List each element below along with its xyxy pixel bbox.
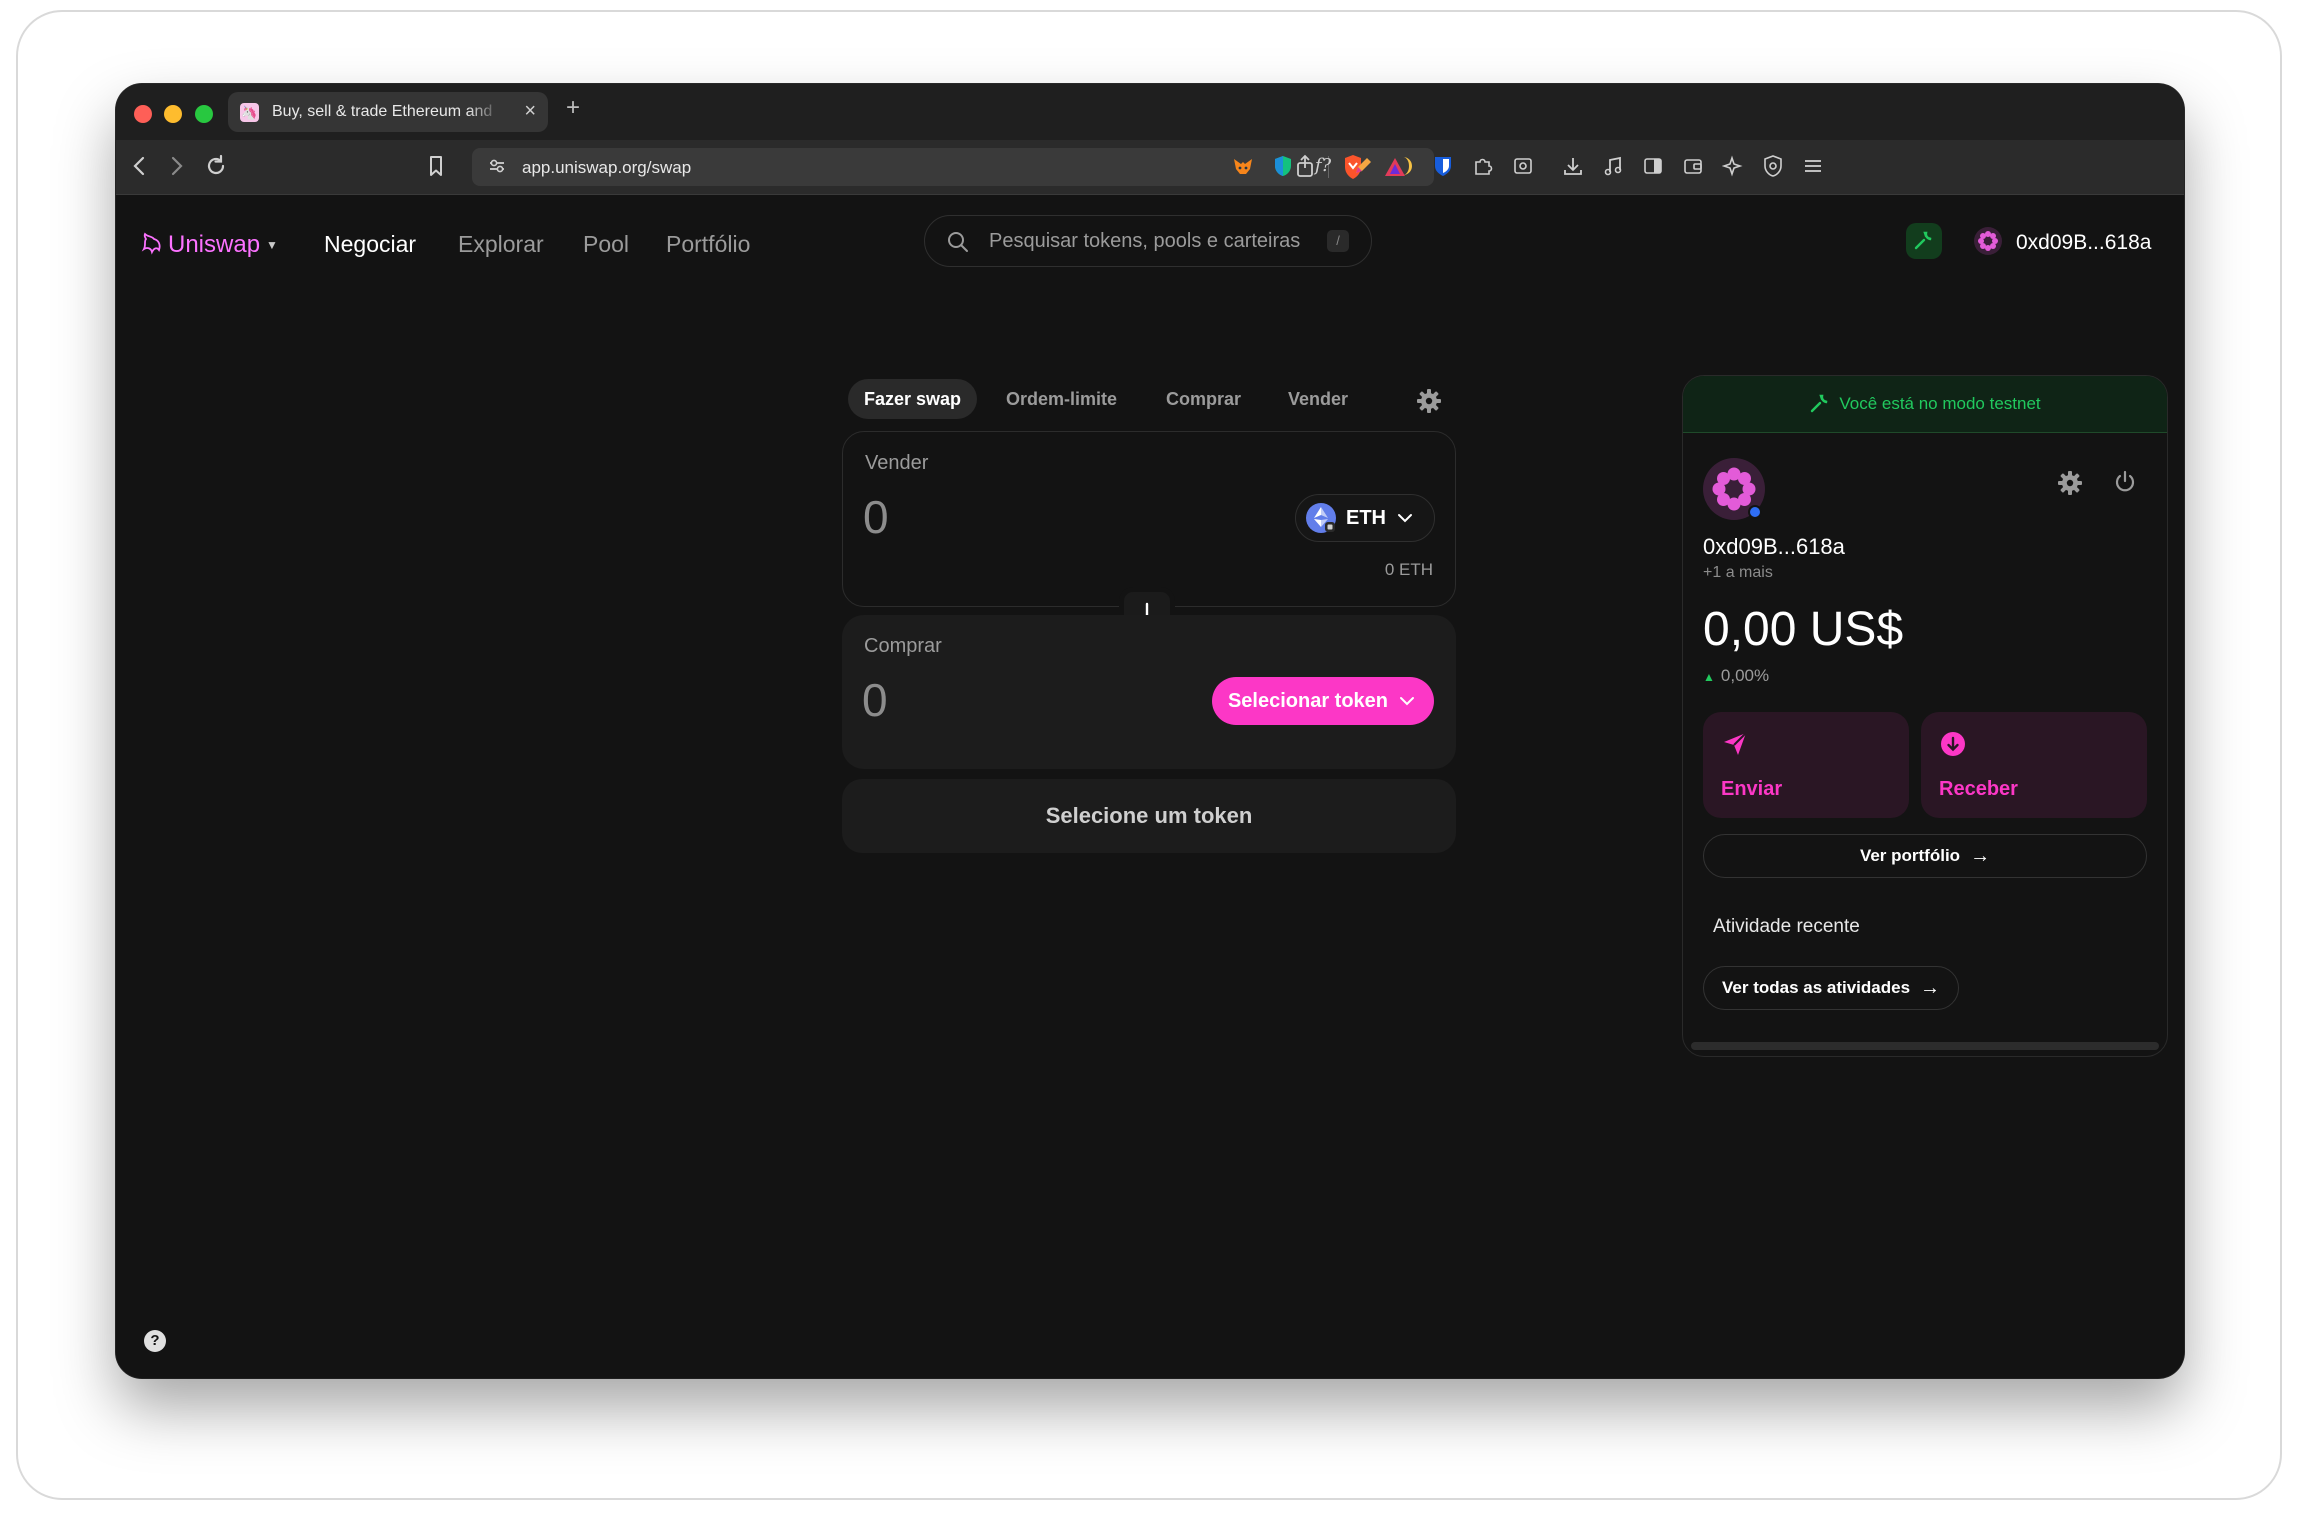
nav-negociar[interactable]: Negociar (324, 231, 416, 258)
tab-bar: 🦄 Buy, sell & trade Ethereum and × + (116, 84, 2184, 140)
brand-name: Uniswap (168, 231, 261, 258)
moon-extension-icon[interactable] (1392, 155, 1414, 177)
wallet-icon[interactable] (1682, 155, 1704, 177)
wallet-balance: 0,00 US$ (1703, 603, 1904, 656)
close-window-button[interactable] (134, 105, 152, 123)
sell-token-symbol: ETH (1346, 506, 1386, 529)
triangle-up-icon: ▲ (1703, 670, 1715, 684)
balance-change: ▲ 0,00% (1703, 666, 1769, 686)
vpn-shield-icon[interactable] (1762, 155, 1784, 177)
testnet-banner: Você está no modo testnet (1683, 376, 2167, 433)
wallet-address[interactable]: 0xd09B...618a (1703, 534, 1845, 560)
browser-tab[interactable]: 🦄 Buy, sell & trade Ethereum and × (228, 92, 548, 132)
receive-label: Receber (1939, 778, 2018, 800)
view-portfolio-button[interactable]: Ver portfólio → (1703, 834, 2147, 878)
view-all-activity-label: Ver todas as atividades (1722, 978, 1911, 997)
swap-settings-gear-icon[interactable] (1416, 388, 1442, 414)
bookmark-icon[interactable] (422, 152, 450, 180)
sidebar-icon[interactable] (1642, 155, 1664, 177)
buy-amount-input[interactable]: 0 (862, 673, 888, 727)
shield-extension-icon[interactable] (1272, 155, 1294, 177)
send-icon (1721, 730, 1749, 758)
balance-change-value: 0,00% (1720, 666, 1770, 685)
download-icon[interactable] (1562, 155, 1584, 177)
account-avatar[interactable] (1974, 227, 2002, 255)
nav-explorar[interactable]: Explorar (458, 231, 544, 258)
wallet-avatar (1703, 458, 1765, 520)
tab-close-icon[interactable]: × (524, 100, 536, 123)
media-icon[interactable] (1602, 155, 1624, 177)
search-input[interactable]: Pesquisar tokens, pools e carteiras (989, 230, 1300, 253)
extensions-puzzle-icon[interactable] (1472, 155, 1494, 177)
url-text: app.uniswap.org/swap (522, 158, 692, 177)
search-bar[interactable]: Pesquisar tokens, pools e carteiras / (924, 215, 1372, 267)
tab-comprar[interactable]: Comprar (1150, 379, 1257, 419)
chevron-down-icon (1398, 514, 1412, 523)
maximize-window-button[interactable] (195, 105, 213, 123)
site-settings-icon[interactable] (486, 155, 508, 182)
wallet-drawer: Você está no modo testnet 0xd09B...618a … (1682, 375, 2168, 1057)
search-shortcut-key: / (1327, 230, 1349, 252)
nav-portfolio[interactable]: Portfólio (666, 231, 750, 258)
nav-pool[interactable]: Pool (583, 231, 629, 258)
uniswap-logo[interactable]: Uniswap ▼ (140, 231, 278, 259)
sell-label: Vender (865, 452, 929, 474)
metamask-extension-icon[interactable] (1232, 155, 1254, 177)
unicorn-icon (140, 231, 164, 259)
tab-title: Buy, sell & trade Ethereum and (272, 103, 493, 120)
select-token-cta-button[interactable]: Selecione um token (842, 779, 1456, 853)
view-all-activity-button[interactable]: Ver todas as atividades → (1703, 966, 1960, 1010)
view-portfolio-label: Ver portfólio (1859, 846, 1961, 865)
account-address[interactable]: 0xd09B...618a (2016, 231, 2151, 255)
caret-down-icon: ▼ (266, 238, 278, 252)
browser-toolbar: app.uniswap.org/swap f? (116, 140, 2184, 195)
chevron-down-icon (1400, 697, 1414, 706)
pen-extension-icon[interactable] (1352, 155, 1374, 177)
receive-icon (1939, 730, 1967, 758)
forward-icon[interactable] (162, 152, 190, 180)
recent-activity-heading: Atividade recente (1713, 916, 1860, 937)
send-label: Enviar (1721, 778, 1783, 800)
ethereum-icon (1306, 503, 1336, 533)
power-disconnect-icon[interactable] (2111, 468, 2139, 496)
help-icon[interactable]: ? (144, 1330, 166, 1352)
drawer-scrollbar[interactable] (1691, 1042, 2159, 1050)
buy-panel: Comprar 0 Selecionar token (842, 615, 1456, 769)
back-icon[interactable] (126, 152, 154, 180)
tab-ordem-limite[interactable]: Ordem-limite (990, 379, 1133, 419)
testnet-banner-text: Você está no modo testnet (1839, 394, 2041, 413)
sell-amount-input[interactable]: 0 (863, 490, 889, 544)
screenshot-extension-icon[interactable] (1512, 155, 1534, 177)
tab-vender[interactable]: Vender (1272, 379, 1364, 419)
wallet-settings-gear-icon[interactable] (2057, 470, 2083, 496)
wrench-icon (1811, 394, 1828, 413)
function-extension-icon[interactable]: f? (1312, 155, 1334, 177)
tab-fazer-swap[interactable]: Fazer swap (848, 379, 978, 419)
new-tab-button[interactable]: + (566, 94, 580, 122)
arrow-right-icon: → (1920, 977, 1941, 999)
uniswap-favicon-icon: 🦄 (240, 103, 259, 122)
sell-token-selector[interactable]: ETH (1295, 494, 1435, 542)
search-icon (945, 229, 971, 255)
uniswap-app: Uniswap ▼ Negociar Explorar Pool Portfóli… (116, 195, 2184, 1378)
wallet-more-count[interactable]: +1 a mais (1703, 564, 1773, 582)
receive-button[interactable]: Receber (1921, 712, 2147, 818)
sell-balance: 0 ETH (1384, 560, 1433, 579)
select-token-label: Selecionar token (1227, 689, 1388, 712)
browser-window: 🦄 Buy, sell & trade Ethereum and × + app… (116, 84, 2184, 1378)
ai-sparkle-icon[interactable] (1721, 155, 1744, 177)
buy-label: Comprar (864, 635, 942, 657)
reload-icon[interactable] (202, 152, 230, 180)
minimize-window-button[interactable] (164, 105, 182, 123)
send-button[interactable]: Enviar (1703, 712, 1909, 818)
select-token-button[interactable]: Selecionar token (1211, 677, 1434, 725)
arrow-right-icon: → (1970, 845, 1991, 867)
testnet-wrench-icon[interactable] (1906, 223, 1942, 259)
bitwarden-extension-icon[interactable] (1432, 155, 1454, 177)
sell-panel: Vender 0 ETH 0 ETH (842, 431, 1456, 607)
menu-icon[interactable] (1802, 155, 1824, 177)
